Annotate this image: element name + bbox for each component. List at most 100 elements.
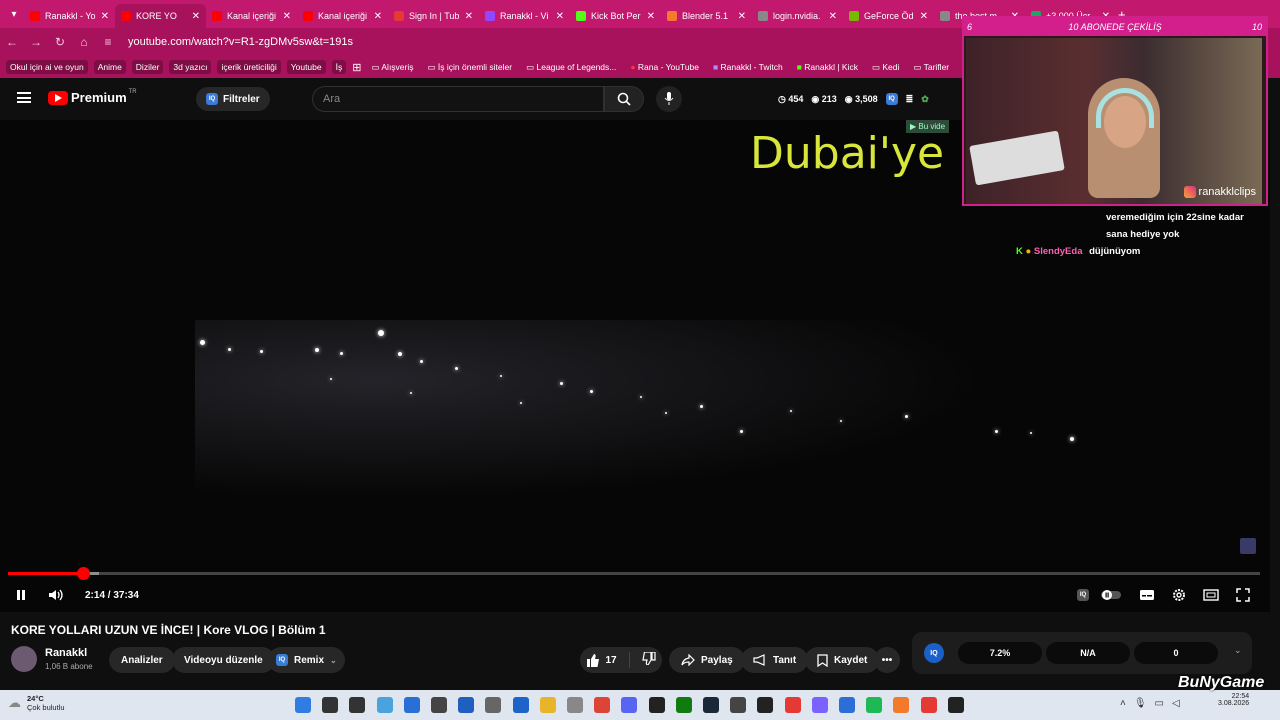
list-icon[interactable]: ≣	[906, 94, 914, 105]
close-tab-icon[interactable]: ✕	[283, 11, 291, 22]
obs-icon[interactable]	[947, 697, 964, 713]
bookmark-twitch[interactable]: ■ Ranakkl - Twitch	[709, 60, 787, 74]
autoplay-toggle[interactable]	[1101, 586, 1121, 604]
store-icon[interactable]	[458, 697, 475, 713]
progress-bar[interactable]	[8, 567, 1260, 580]
more-actions-button[interactable]: •••	[874, 647, 900, 673]
dislike-button[interactable]	[641, 651, 656, 668]
voice-search-button[interactable]	[656, 86, 682, 112]
site-info-icon[interactable]: ≡	[96, 35, 120, 49]
speaker-icon[interactable]: ◁	[1172, 698, 1180, 709]
like-button[interactable]: 17	[586, 653, 617, 667]
app-icon[interactable]	[839, 697, 855, 713]
remix-button[interactable]: IQ Remix ⌄	[268, 647, 345, 673]
browser-tab[interactable]: KORE YO ✕	[115, 4, 206, 28]
settings-icon[interactable]	[485, 697, 502, 713]
filters-button[interactable]: IQ Filtreler	[196, 87, 270, 111]
extension-icon[interactable]: ✿	[921, 94, 929, 105]
channel-watermark-icon[interactable]	[1240, 538, 1256, 554]
spotify-icon[interactable]	[866, 697, 883, 713]
browser-tab[interactable]: Ranakkl - Yo ✕	[24, 4, 115, 28]
subtitles-button[interactable]	[1137, 586, 1157, 604]
iq-panel-icon[interactable]: IQ	[924, 643, 944, 663]
app-icon[interactable]	[512, 697, 529, 713]
bookmark-youtube[interactable]: Youtube	[286, 60, 326, 74]
browser-tab[interactable]: GeForce Öd ✕	[843, 4, 934, 28]
forward-icon[interactable]: →	[24, 35, 48, 49]
browser-tab[interactable]: Kick Bot Per ✕	[570, 4, 661, 28]
scrubber-handle[interactable]	[77, 567, 91, 580]
chrome-icon[interactable]	[594, 697, 611, 713]
edit-video-button[interactable]: Videoyu düzenle	[172, 647, 275, 673]
apps-grid-icon[interactable]: ⊞	[352, 61, 361, 74]
browser-tab[interactable]: Ranakkl - Vi ✕	[479, 4, 570, 28]
app-icon[interactable]	[431, 697, 447, 713]
home-icon[interactable]: ⌂	[72, 35, 96, 49]
share-button[interactable]: Paylaş	[669, 647, 745, 673]
bookmark-kick[interactable]: ■ Ranakkl | Kick	[793, 60, 862, 74]
settings-button[interactable]	[1169, 586, 1189, 604]
weather-widget[interactable]: ☁ 24°C Çok bulutlu	[8, 694, 65, 712]
search-input[interactable]: Ara	[312, 86, 604, 112]
browser-tab[interactable]: Sign In | Tub ✕	[388, 4, 479, 28]
app-icon[interactable]	[920, 697, 937, 713]
app-icon[interactable]	[893, 697, 910, 713]
browser-tab[interactable]: login.nvidia. ✕	[752, 4, 843, 28]
bookmark-is-siteler[interactable]: ▭ İş için önemli siteler	[424, 60, 517, 75]
bookmark-is[interactable]: İş	[331, 60, 347, 74]
save-button[interactable]: Kaydet	[805, 647, 880, 673]
close-tab-icon[interactable]: ✕	[647, 11, 655, 22]
app-icon[interactable]	[730, 697, 747, 713]
pause-button[interactable]	[11, 586, 31, 604]
mic-tray-icon[interactable]: 🎙	[1134, 698, 1147, 709]
app-icon[interactable]	[648, 697, 665, 713]
back-icon[interactable]: ←	[0, 35, 24, 49]
app-icon[interactable]	[567, 697, 583, 713]
bookmark-3d-yazici[interactable]: 3d yazıcı	[169, 60, 212, 74]
channel-avatar[interactable]	[11, 646, 37, 672]
analytics-button[interactable]: Analizler	[109, 647, 175, 673]
close-tab-icon[interactable]: ✕	[829, 11, 837, 22]
url-field[interactable]: youtube.com/watch?v=R1-zgDMv5sw&t=191s	[128, 36, 353, 48]
bookmark-diziler[interactable]: Diziler	[131, 60, 164, 74]
bookmark-rana-youtube[interactable]: ● Rana - YouTube	[626, 60, 703, 74]
file-explorer-icon[interactable]	[539, 697, 556, 713]
system-clock[interactable]: 22:54 3.08.2026	[1218, 693, 1249, 707]
search-button[interactable]	[604, 86, 644, 112]
close-tab-icon[interactable]: ✕	[556, 11, 564, 22]
task-view-icon[interactable]	[349, 697, 366, 713]
theater-button[interactable]	[1201, 586, 1221, 604]
bookmark-okul[interactable]: Okul için ai ve oyun	[6, 60, 88, 74]
windows-start-icon[interactable]	[295, 697, 311, 713]
close-tab-icon[interactable]: ✕	[192, 11, 200, 22]
reload-icon[interactable]: ↻	[48, 35, 72, 49]
fullscreen-button[interactable]	[1233, 586, 1253, 604]
channel-name[interactable]: Ranakkl	[45, 647, 87, 659]
app-icon[interactable]	[811, 697, 828, 713]
iq-ext-icon[interactable]: IQ	[885, 93, 898, 105]
browser-tab[interactable]: Blender 5.1 ✕	[661, 4, 752, 28]
network-icon[interactable]: ▭	[1155, 698, 1164, 709]
bookmark-lol[interactable]: ▭ League of Legends...	[522, 60, 620, 75]
iq-player-button[interactable]: IQ	[1073, 586, 1093, 604]
bookmark-kedi[interactable]: ▭ Kedi	[868, 60, 903, 75]
promote-button[interactable]: Tanıt	[741, 647, 809, 673]
ext-expand-icon[interactable]: ⌄	[1234, 645, 1242, 656]
menu-icon[interactable]	[17, 92, 31, 103]
xbox-icon[interactable]	[675, 697, 692, 713]
bookmark-anime[interactable]: Anime	[93, 60, 126, 74]
bookmark-tarifler[interactable]: ▭ Tarifler	[909, 60, 953, 75]
browser-tab[interactable]: Kanal içeriği ✕	[297, 4, 388, 28]
volume-button[interactable]	[46, 586, 66, 604]
close-tab-icon[interactable]: ✕	[101, 11, 109, 22]
app-icon[interactable]	[784, 697, 801, 713]
edge-icon[interactable]	[403, 697, 420, 713]
close-tab-icon[interactable]: ✕	[465, 11, 473, 22]
close-tab-icon[interactable]: ✕	[374, 11, 382, 22]
steam-icon[interactable]	[703, 697, 719, 713]
discord-icon[interactable]	[621, 697, 638, 713]
tray-chevron-icon[interactable]: ˄	[1120, 698, 1126, 709]
widgets-icon[interactable]	[376, 697, 393, 713]
browser-tab[interactable]: Kanal içeriği ✕	[206, 4, 297, 28]
bookmark-alisveris[interactable]: ▭ Alışveriş	[367, 60, 417, 75]
